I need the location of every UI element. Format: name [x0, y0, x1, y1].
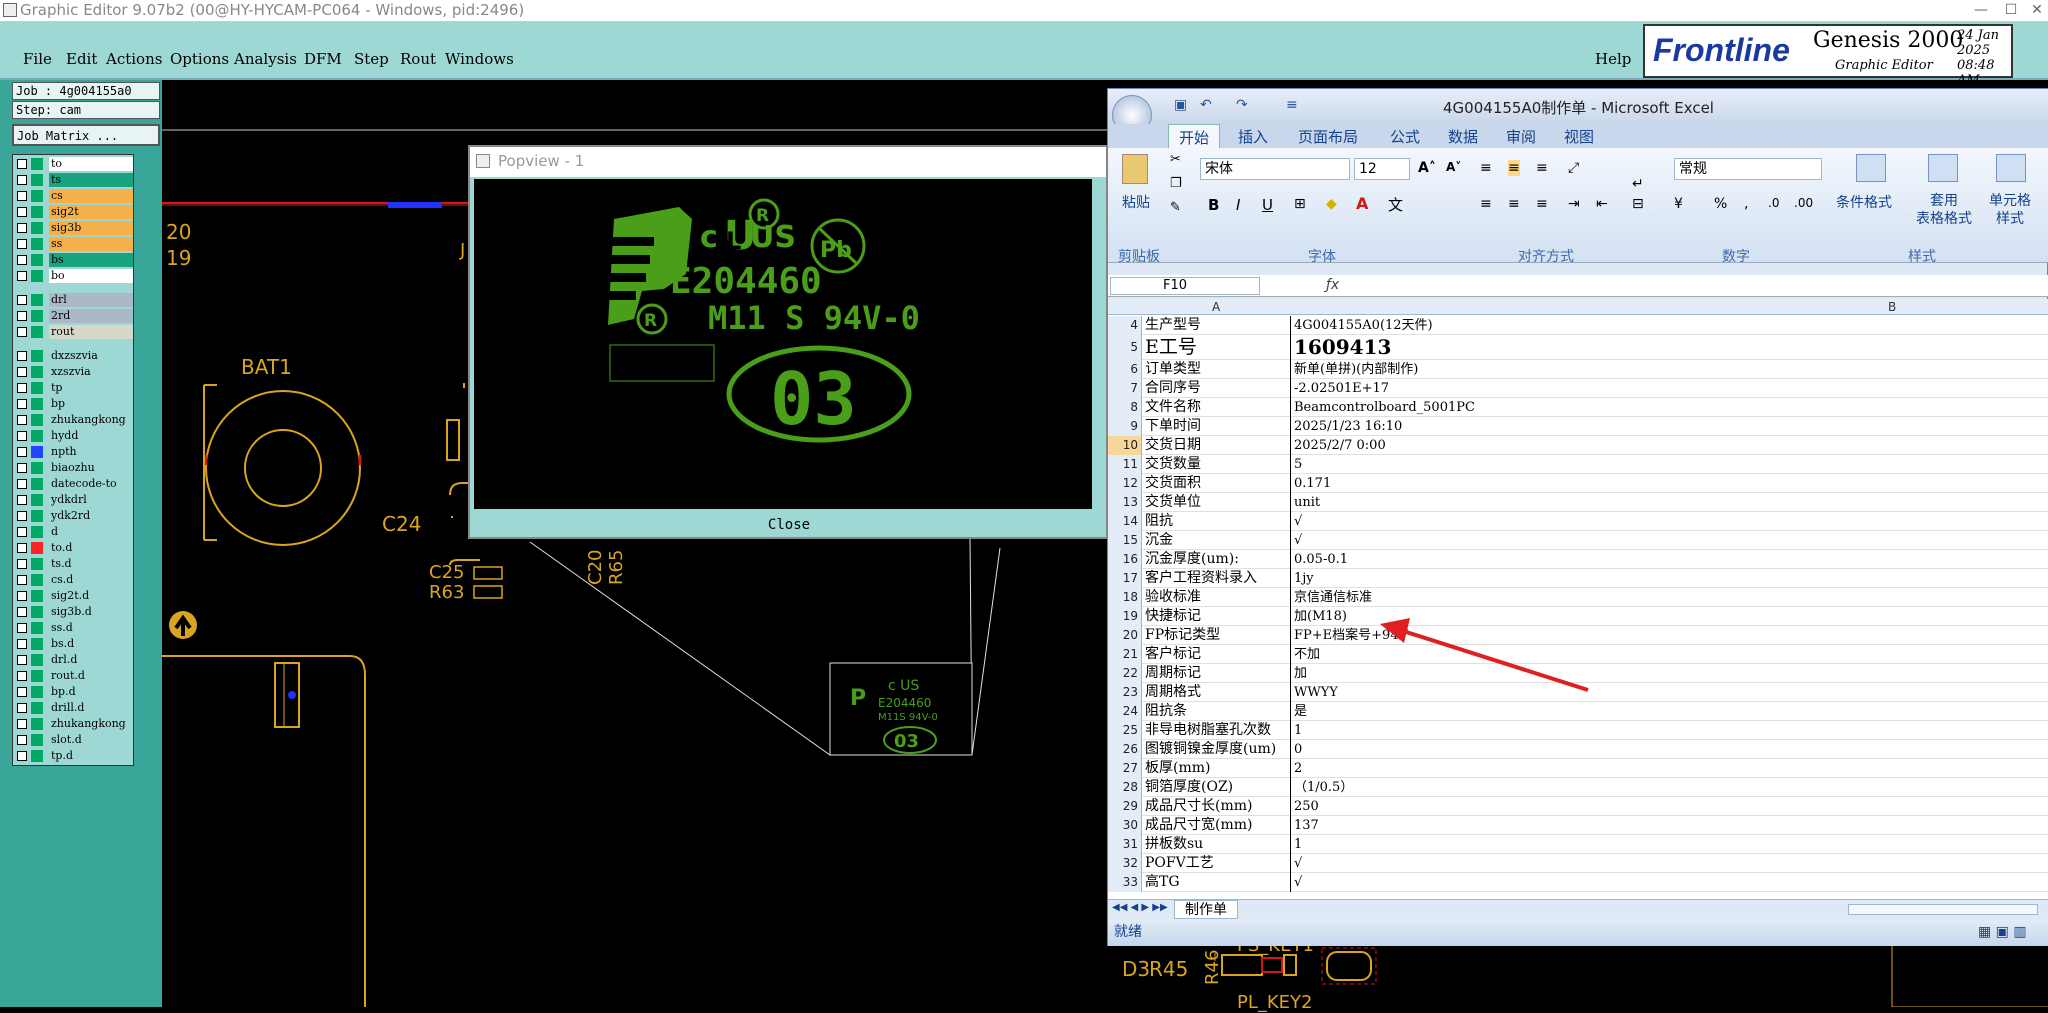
red-arrow-head [1380, 618, 1410, 643]
annotation-arrow-layer [1380, 618, 1589, 692]
red-arrow-line [1399, 628, 1589, 692]
